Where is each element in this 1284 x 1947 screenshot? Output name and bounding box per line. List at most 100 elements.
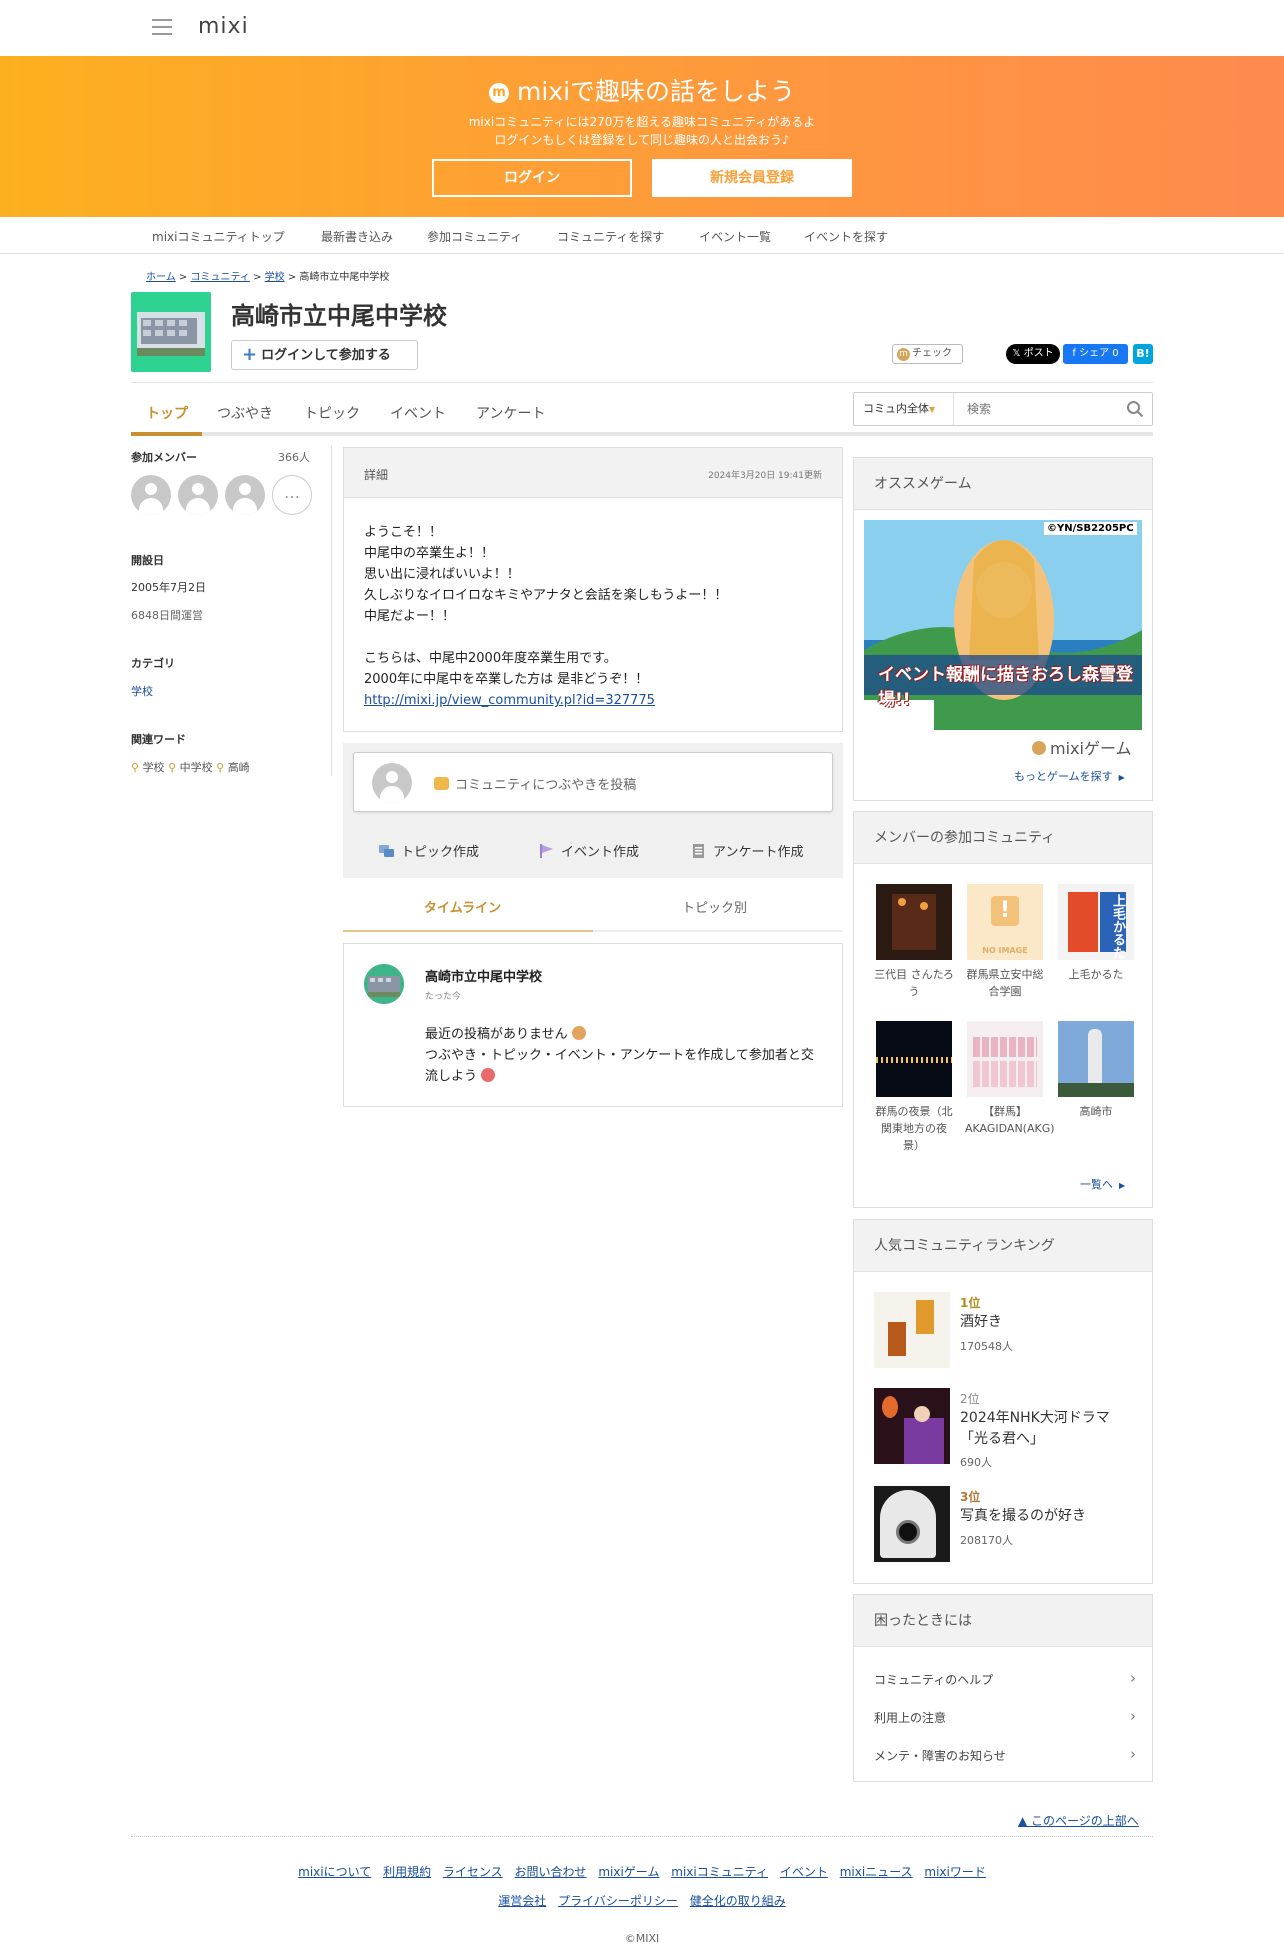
tab-topics[interactable]: トピック <box>304 403 360 423</box>
community-thumb: 上毛かるた <box>1058 884 1134 960</box>
footer-link-terms[interactable]: 利用規約 <box>383 1865 431 1879</box>
ranking-item[interactable]: 1位 酒好き 170548人 <box>874 1292 1144 1372</box>
more-members-icon[interactable]: … <box>272 475 312 515</box>
breadcrumb-community[interactable]: コミュニティ <box>190 272 249 283</box>
member-community-item[interactable]: 上毛かるた 上毛かるた <box>1056 884 1136 983</box>
footer-link-news[interactable]: mixiニュース <box>840 1865 913 1879</box>
facebook-share-button[interactable]: f シェア 0 <box>1063 344 1128 364</box>
tab-top[interactable]: トップ <box>146 403 188 423</box>
feed-item: 高崎市立中尾中学校 たった今 最近の投稿がありません つぶやき・トピック・イベン… <box>343 943 843 1107</box>
create-event-button[interactable]: イベント作成 <box>539 841 639 860</box>
member-avatar[interactable] <box>131 475 171 515</box>
rank-name: 写真を撮るのが好き <box>960 1508 1086 1524</box>
login-and-join-button[interactable]: + ログインして参加する <box>231 340 418 370</box>
x-post-button[interactable]: 𝕏 ポスト <box>1006 344 1060 364</box>
tweet-placeholder: コミュニティにつぶやきを投稿 <box>434 774 636 793</box>
nav-find-event[interactable]: イベントを探す <box>804 228 888 245</box>
nav-find-community[interactable]: コミュニティを探す <box>557 228 664 245</box>
member-community-item[interactable]: 高崎市 <box>1056 1021 1136 1120</box>
triangle-right-icon: ▶ <box>1118 773 1125 782</box>
ranking-item[interactable]: 3位 写真を撮るのが好き 208170人 <box>874 1486 1144 1566</box>
keyword-item[interactable]: 高崎 <box>228 761 250 774</box>
member-community-name: 【群馬】AKAGIDAN(AKG) <box>965 1105 1055 1135</box>
tab-surveys[interactable]: アンケート <box>476 403 545 423</box>
search-scope-label: コミュ内全体 <box>863 402 929 415</box>
login-button[interactable]: ログイン <box>432 159 632 197</box>
mixi-logo[interactable]: mixi <box>198 14 249 39</box>
footer-links-row-2: 運営会社 プライバシーポリシー 健全化の取り組み <box>0 1892 1284 1909</box>
footer-link-company[interactable]: 運営会社 <box>498 1894 546 1908</box>
member-community-item[interactable]: 三代目 さんたろう <box>874 884 954 1000</box>
member-avatar[interactable] <box>178 475 218 515</box>
member-community-item[interactable]: 群馬の夜景（北関東地方の夜景） <box>874 1021 954 1154</box>
active-timeline-indicator <box>343 930 593 932</box>
category-link[interactable]: 学校 <box>131 683 153 699</box>
keywords-label: 関連ワード <box>131 733 186 746</box>
create-survey-label: アンケート作成 <box>713 845 804 860</box>
no-image-label: NO IMAGE <box>982 946 1028 955</box>
keyword-item[interactable]: 学校 <box>143 761 165 774</box>
hamburger-menu-icon[interactable] <box>152 19 172 35</box>
ranking-thumb <box>874 1388 950 1464</box>
footer-link-community[interactable]: mixiコミュニティ <box>671 1865 768 1879</box>
footer-link-words[interactable]: mixiワード <box>924 1865 985 1879</box>
member-community-item[interactable]: 【群馬】AKAGIDAN(AKG) <box>965 1021 1055 1137</box>
page-top-link[interactable]: ▲ このページの上部へ <box>1018 1812 1139 1829</box>
tab-tweets[interactable]: つぶやき <box>217 403 273 423</box>
top-bar: mixi <box>0 0 1284 56</box>
feed-author[interactable]: 高崎市立中尾中学校 <box>425 966 542 985</box>
nav-community-top[interactable]: mixiコミュニティトップ <box>152 228 285 245</box>
tab-by-topic[interactable]: トピック別 <box>682 897 747 916</box>
join-label: ログインして参加する <box>261 348 391 363</box>
check-button[interactable]: m チェック <box>892 344 963 364</box>
community-title: 高崎市立中尾中学校 <box>231 302 447 330</box>
breadcrumb: ホーム > コミュニティ > 学校 > 高崎市立中尾中学校 <box>146 268 389 283</box>
check-label: チェック <box>912 348 952 359</box>
keyword-item[interactable]: 中学校 <box>180 761 213 774</box>
find-more-games-link[interactable]: もっとゲームを探す ▶ <box>1014 768 1125 784</box>
nav-event-list[interactable]: イベント一覧 <box>699 228 771 245</box>
help-link-usage-notes[interactable]: 利用上の注意 › <box>874 1707 1136 1726</box>
breadcrumb-school[interactable]: 学校 <box>265 272 285 283</box>
ranking-item[interactable]: 2位 2024年NHK大河ドラマ「光る君へ」 690人 <box>874 1388 1144 1469</box>
member-communities-more-link[interactable]: 一覧へ ▶ <box>1080 1176 1125 1192</box>
search-input[interactable] <box>955 393 1115 425</box>
help-link-maintenance[interactable]: メンテ・障害のお知らせ › <box>874 1745 1136 1764</box>
tweet-compose-box[interactable]: コミュニティにつぶやきを投稿 <box>353 752 833 812</box>
help-link-community-help[interactable]: コミュニティのヘルプ › <box>874 1669 1136 1688</box>
tab-events[interactable]: イベント <box>390 403 446 423</box>
nav-joined-communities[interactable]: 参加コミュニティ <box>427 228 522 245</box>
member-community-item[interactable]: ! NO IMAGE 群馬県立安中総合学園 <box>965 884 1045 1000</box>
column-divider <box>331 446 332 776</box>
empty-message: 最近の投稿がありません <box>425 1027 568 1042</box>
tab-timeline[interactable]: タイムライン <box>424 897 501 916</box>
banner-sub-line-1: mixiコミュニティには270万を超える趣味コミュニティがあるよ <box>468 115 816 129</box>
footer-link-games[interactable]: mixiゲーム <box>598 1865 659 1879</box>
register-button[interactable]: 新規会員登録 <box>652 159 852 197</box>
search-icon[interactable] <box>1126 400 1144 418</box>
community-link[interactable]: http://mixi.jp/view_community.pl?id=3277… <box>364 693 655 708</box>
rank-name: 酒好き <box>960 1314 1002 1330</box>
search-scope-select[interactable]: コミュ内全体▼ <box>854 393 954 425</box>
breadcrumb-home[interactable]: ホーム <box>146 272 176 283</box>
footer-link-about[interactable]: mixiについて <box>298 1865 371 1879</box>
nav-latest-posts[interactable]: 最新書き込み <box>321 228 393 245</box>
chevron-right-icon: › <box>1130 1669 1136 1687</box>
game-banner[interactable]: ©YN/SB2205PC イベント報酬に描きおろし森雪登場!! <box>864 520 1142 730</box>
create-survey-button[interactable]: アンケート作成 <box>691 841 803 860</box>
footer-link-events[interactable]: イベント <box>780 1865 828 1879</box>
triangle-right-icon: ▶ <box>1119 1181 1126 1190</box>
footer-link-privacy[interactable]: プライバシーポリシー <box>558 1894 678 1908</box>
create-topic-button[interactable]: トピック作成 <box>379 841 479 860</box>
more-label: 一覧へ <box>1080 1178 1113 1191</box>
member-avatar[interactable] <box>225 475 265 515</box>
footer-link-license[interactable]: ライセンス <box>443 1865 503 1879</box>
community-avatar[interactable] <box>364 964 404 1004</box>
hatena-bookmark-button[interactable]: B! <box>1133 344 1153 364</box>
community-ranking-panel: 人気コミュニティランキング 1位 酒好き 170548人 2位 2024年NHK… <box>853 1219 1153 1584</box>
speech-bubble-icon <box>434 777 449 790</box>
footer-link-soundness[interactable]: 健全化の取り組み <box>690 1894 786 1908</box>
mixi-mark-icon: m <box>488 83 509 103</box>
member-community-name: 群馬県立安中総合学園 <box>966 968 1044 998</box>
footer-link-contact[interactable]: お問い合わせ <box>515 1865 587 1879</box>
